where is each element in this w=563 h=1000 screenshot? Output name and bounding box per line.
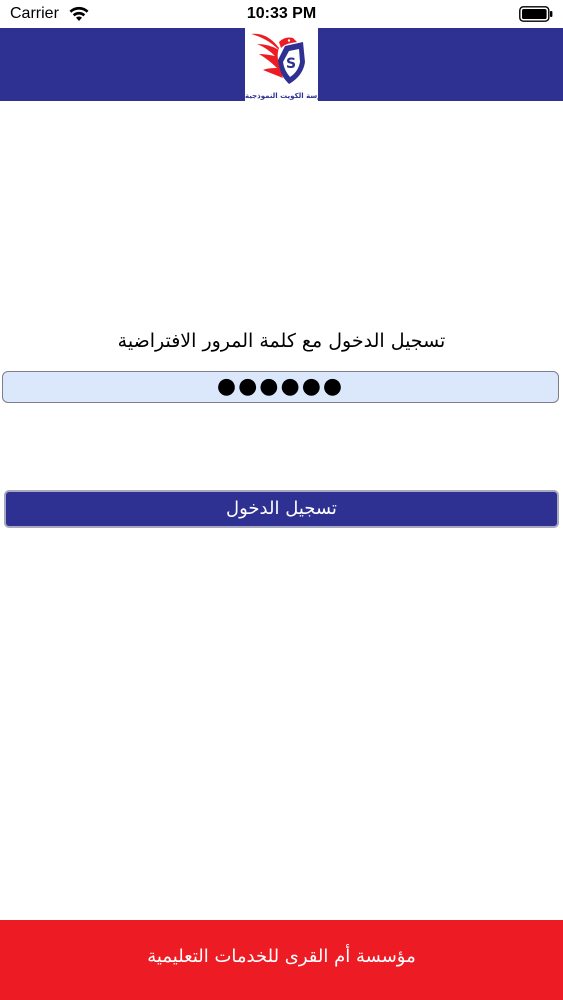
- status-time: 10:33 PM: [246, 5, 317, 22]
- logo-caption: مدرسة الكويت النموذجية: [245, 92, 318, 100]
- password-field[interactable]: ●●●●●●: [2, 371, 559, 403]
- login-screen: Carrier 10:33 PM S مدر: [0, 0, 563, 1000]
- footer-text: مؤسسة أم القرى للخدمات التعليمية: [147, 946, 416, 967]
- eagle-shield-logo: S: [251, 33, 305, 84]
- battery-full-icon: [519, 6, 553, 22]
- login-title: تسجيل الدخول مع كلمة المرور الافتراضية: [117, 330, 446, 352]
- footer-bar: مؤسسة أم القرى للخدمات التعليمية: [0, 920, 563, 1000]
- status-bar: Carrier 10:33 PM: [0, 0, 563, 28]
- app-header: S مدرسة الكويت النموذجية: [0, 28, 563, 101]
- login-button[interactable]: تسجيل الدخول: [4, 490, 559, 528]
- school-logo: S مدرسة الكويت النموذجية: [245, 28, 318, 101]
- svg-text:S: S: [286, 56, 296, 72]
